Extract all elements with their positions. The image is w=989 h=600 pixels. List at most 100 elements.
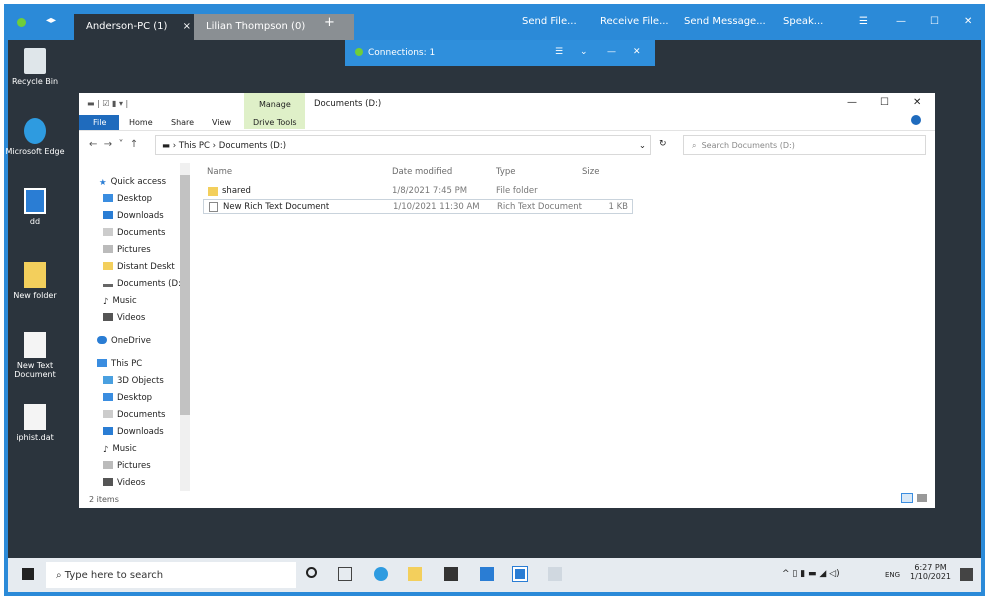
close-button[interactable]: ✕ bbox=[964, 16, 972, 27]
cortana-icon[interactable] bbox=[306, 567, 317, 578]
send-message-button[interactable]: Send Message... bbox=[684, 16, 766, 27]
system-tray-icons[interactable]: ^ ▯ ▮ ▬ ◢ ◁) bbox=[782, 569, 840, 579]
send-file-button[interactable]: Send File... bbox=[522, 16, 577, 27]
address-bar[interactable]: ▬ › This PC › Documents (D:) ⌄ bbox=[155, 135, 651, 155]
nav-item[interactable]: ♪ Music bbox=[103, 296, 137, 307]
column-size[interactable]: Size bbox=[582, 167, 599, 177]
nav-this-pc[interactable]: This PC bbox=[97, 359, 142, 369]
nav-item[interactable]: Documents bbox=[103, 410, 165, 420]
windows-start-icon[interactable] bbox=[22, 568, 34, 580]
desktop-icon-iphist[interactable]: iphist.dat bbox=[5, 404, 65, 442]
nav-item[interactable]: 3D Objects bbox=[103, 376, 164, 386]
nav-item[interactable]: Desktop bbox=[103, 393, 152, 403]
close-button[interactable]: ✕ bbox=[913, 97, 921, 108]
receive-file-button[interactable]: Receive File... bbox=[600, 16, 669, 27]
quick-access-toolbar[interactable]: ▬ | ☑ ▮ ▾ | bbox=[87, 99, 128, 108]
nav-item[interactable]: Videos bbox=[103, 313, 145, 323]
column-name[interactable]: Name bbox=[207, 167, 232, 177]
tab-file[interactable]: File bbox=[79, 115, 119, 130]
desktop-icon-edge[interactable]: Microsoft Edge bbox=[5, 118, 65, 156]
close-tab-icon[interactable]: × bbox=[183, 21, 191, 32]
nav-item[interactable]: Distant Deskt bbox=[103, 262, 175, 272]
maximize-button[interactable]: ☐ bbox=[880, 97, 889, 108]
nav-scrollbar[interactable] bbox=[180, 163, 190, 491]
maximize-button[interactable]: ☐ bbox=[930, 16, 939, 27]
taskbar-search-input[interactable]: ⌕ Type here to search bbox=[46, 562, 296, 588]
store-icon[interactable] bbox=[444, 567, 458, 581]
nav-quick-access[interactable]: ★ Quick access bbox=[99, 177, 166, 188]
nav-onedrive[interactable]: OneDrive bbox=[97, 336, 151, 346]
app-window-icon[interactable] bbox=[548, 567, 562, 581]
menu-icon[interactable]: ☰ bbox=[555, 47, 563, 57]
icon-label: Microsoft Edge bbox=[5, 147, 65, 156]
nav-item[interactable]: Desktop bbox=[103, 194, 152, 204]
remote-app-icon[interactable] bbox=[512, 566, 528, 582]
tab-view[interactable]: View bbox=[212, 118, 231, 127]
column-date-modified[interactable]: Date modified bbox=[392, 167, 452, 177]
nav-item[interactable]: Documents (D:) bbox=[103, 279, 184, 289]
file-explorer-icon[interactable] bbox=[408, 567, 422, 581]
tab-label: Lilian Thompson (0) bbox=[206, 21, 306, 32]
new-tab-button[interactable]: + bbox=[324, 15, 335, 30]
file-row[interactable]: shared 1/8/2021 7:45 PM File folder bbox=[203, 184, 633, 199]
windows-taskbar: ⌕ Type here to search ^ ▯ ▮ ▬ ◢ ◁) ENG 6… bbox=[8, 558, 981, 592]
menu-icon[interactable]: ☰ bbox=[859, 16, 868, 27]
desktop-icon-dd[interactable]: dd bbox=[5, 188, 65, 226]
file-type: Rich Text Document bbox=[497, 202, 582, 212]
tab-drive-tools[interactable]: Drive Tools bbox=[253, 118, 297, 127]
nav-item[interactable]: Documents bbox=[103, 228, 165, 238]
window-title: Documents (D:) bbox=[314, 99, 382, 109]
icon-label: New folder bbox=[13, 291, 57, 300]
large-icons-view-icon[interactable] bbox=[917, 494, 927, 502]
clock[interactable]: 6:27 PM 1/10/2021 bbox=[910, 563, 951, 581]
manage-label: Manage bbox=[259, 100, 291, 109]
language-indicator[interactable]: ENG bbox=[885, 571, 900, 579]
desktop-icon-new-text-document[interactable]: New Text Document bbox=[5, 332, 65, 379]
close-button[interactable]: ✕ bbox=[633, 47, 641, 57]
search-placeholder: Type here to search bbox=[64, 570, 164, 581]
nav-item[interactable]: Downloads bbox=[103, 211, 164, 221]
mail-icon[interactable] bbox=[480, 567, 494, 581]
icon-label: dd bbox=[29, 217, 41, 226]
breadcrumb-this-pc[interactable]: This PC bbox=[179, 141, 210, 151]
breadcrumb-documents[interactable]: Documents (D:) bbox=[219, 141, 286, 151]
minimize-button[interactable]: — bbox=[896, 16, 906, 27]
icon-label: iphist.dat bbox=[16, 433, 54, 442]
search-placeholder: Search Documents (D:) bbox=[701, 141, 795, 150]
speak-button[interactable]: Speak... bbox=[783, 16, 823, 27]
remote-desktop: Connections: 1 ☰ ⌄ — ✕ Recycle Bin Micro… bbox=[5, 40, 981, 558]
details-view-icon[interactable] bbox=[901, 493, 913, 503]
switch-arrows-icon[interactable]: ◂▸ bbox=[46, 15, 56, 26]
tab-anderson-pc[interactable]: Anderson-PC (1) × bbox=[74, 14, 199, 40]
status-item-count: 2 items bbox=[89, 495, 119, 504]
file-row[interactable]: New Rich Text Document 1/10/2021 11:30 A… bbox=[203, 199, 633, 214]
icon-label: New Text Document bbox=[14, 361, 56, 379]
nav-item[interactable]: Videos bbox=[103, 478, 145, 488]
column-type[interactable]: Type bbox=[496, 167, 516, 177]
nav-arrows[interactable]: ← → ˅ ↑ bbox=[89, 139, 138, 150]
nav-item[interactable]: Pictures bbox=[103, 461, 151, 471]
help-icon[interactable] bbox=[911, 115, 921, 125]
minimize-button[interactable]: — bbox=[607, 47, 616, 57]
tab-home[interactable]: Home bbox=[129, 118, 153, 127]
connections-bar: Connections: 1 ☰ ⌄ — ✕ bbox=[345, 40, 655, 66]
desktop-icon-new-folder[interactable]: New folder bbox=[5, 262, 65, 300]
app-topbar: ◂▸ Anderson-PC (1) × Lilian Thompson (0) … bbox=[4, 4, 985, 40]
nav-item[interactable]: ♪ Music bbox=[103, 444, 137, 455]
file-explorer-window: ▬ | ☑ ▮ ▾ | Manage Documents (D:) — ☐ ✕ … bbox=[79, 93, 935, 508]
file-date: 1/10/2021 11:30 AM bbox=[393, 202, 480, 212]
desktop-icon-recycle-bin[interactable]: Recycle Bin bbox=[5, 48, 65, 86]
nav-item[interactable]: Pictures bbox=[103, 245, 151, 255]
search-input[interactable]: ⌕ Search Documents (D:) bbox=[683, 135, 926, 155]
file-size: 1 KB bbox=[608, 202, 628, 212]
tab-share[interactable]: Share bbox=[171, 118, 194, 127]
chevron-down-icon[interactable]: ⌄ bbox=[580, 47, 588, 57]
nav-item[interactable]: Downloads bbox=[103, 427, 164, 437]
tab-label: Anderson-PC (1) bbox=[86, 21, 168, 32]
task-view-icon[interactable] bbox=[338, 567, 352, 581]
edge-icon[interactable] bbox=[374, 567, 388, 581]
notifications-icon[interactable] bbox=[960, 568, 973, 581]
minimize-button[interactable]: — bbox=[847, 97, 857, 108]
refresh-icon[interactable]: ↻ bbox=[659, 139, 667, 149]
file-name: New Rich Text Document bbox=[223, 202, 330, 212]
